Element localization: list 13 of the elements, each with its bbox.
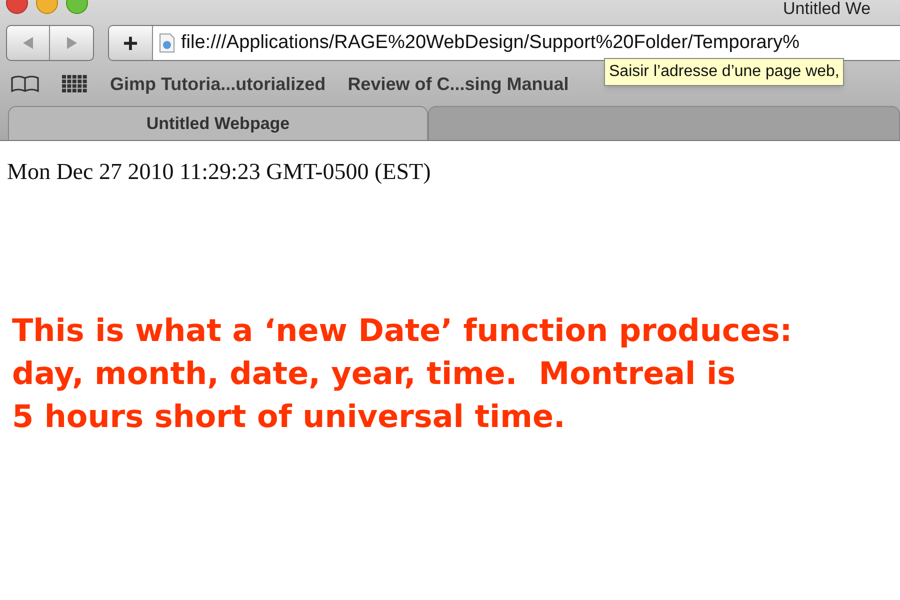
note-line: day, month, date, year, time. Montreal is xyxy=(12,354,737,394)
back-arrow-icon xyxy=(21,36,35,50)
date-text: Mon Dec 27 2010 11:29:23 GMT-0500 (EST) xyxy=(7,158,432,186)
bookmark-link[interactable]: Gimp Tutoria...utorialized xyxy=(110,70,326,98)
grid-icon[interactable] xyxy=(62,75,88,93)
tab[interactable]: Untitled Webpage xyxy=(8,106,428,140)
note-line: This is what a ‘new Date’ function produces: xyxy=(12,312,794,350)
tooltip: Saisir l’adresse d’une page web, xyxy=(604,58,844,86)
book-icon[interactable] xyxy=(10,75,40,93)
window-title: Untitled We xyxy=(783,0,871,20)
note-line: 5 hours short of universal time. xyxy=(12,398,566,436)
bookmark-link[interactable]: Review of C...sing Manual xyxy=(348,70,569,98)
forward-arrow-icon xyxy=(64,36,78,50)
